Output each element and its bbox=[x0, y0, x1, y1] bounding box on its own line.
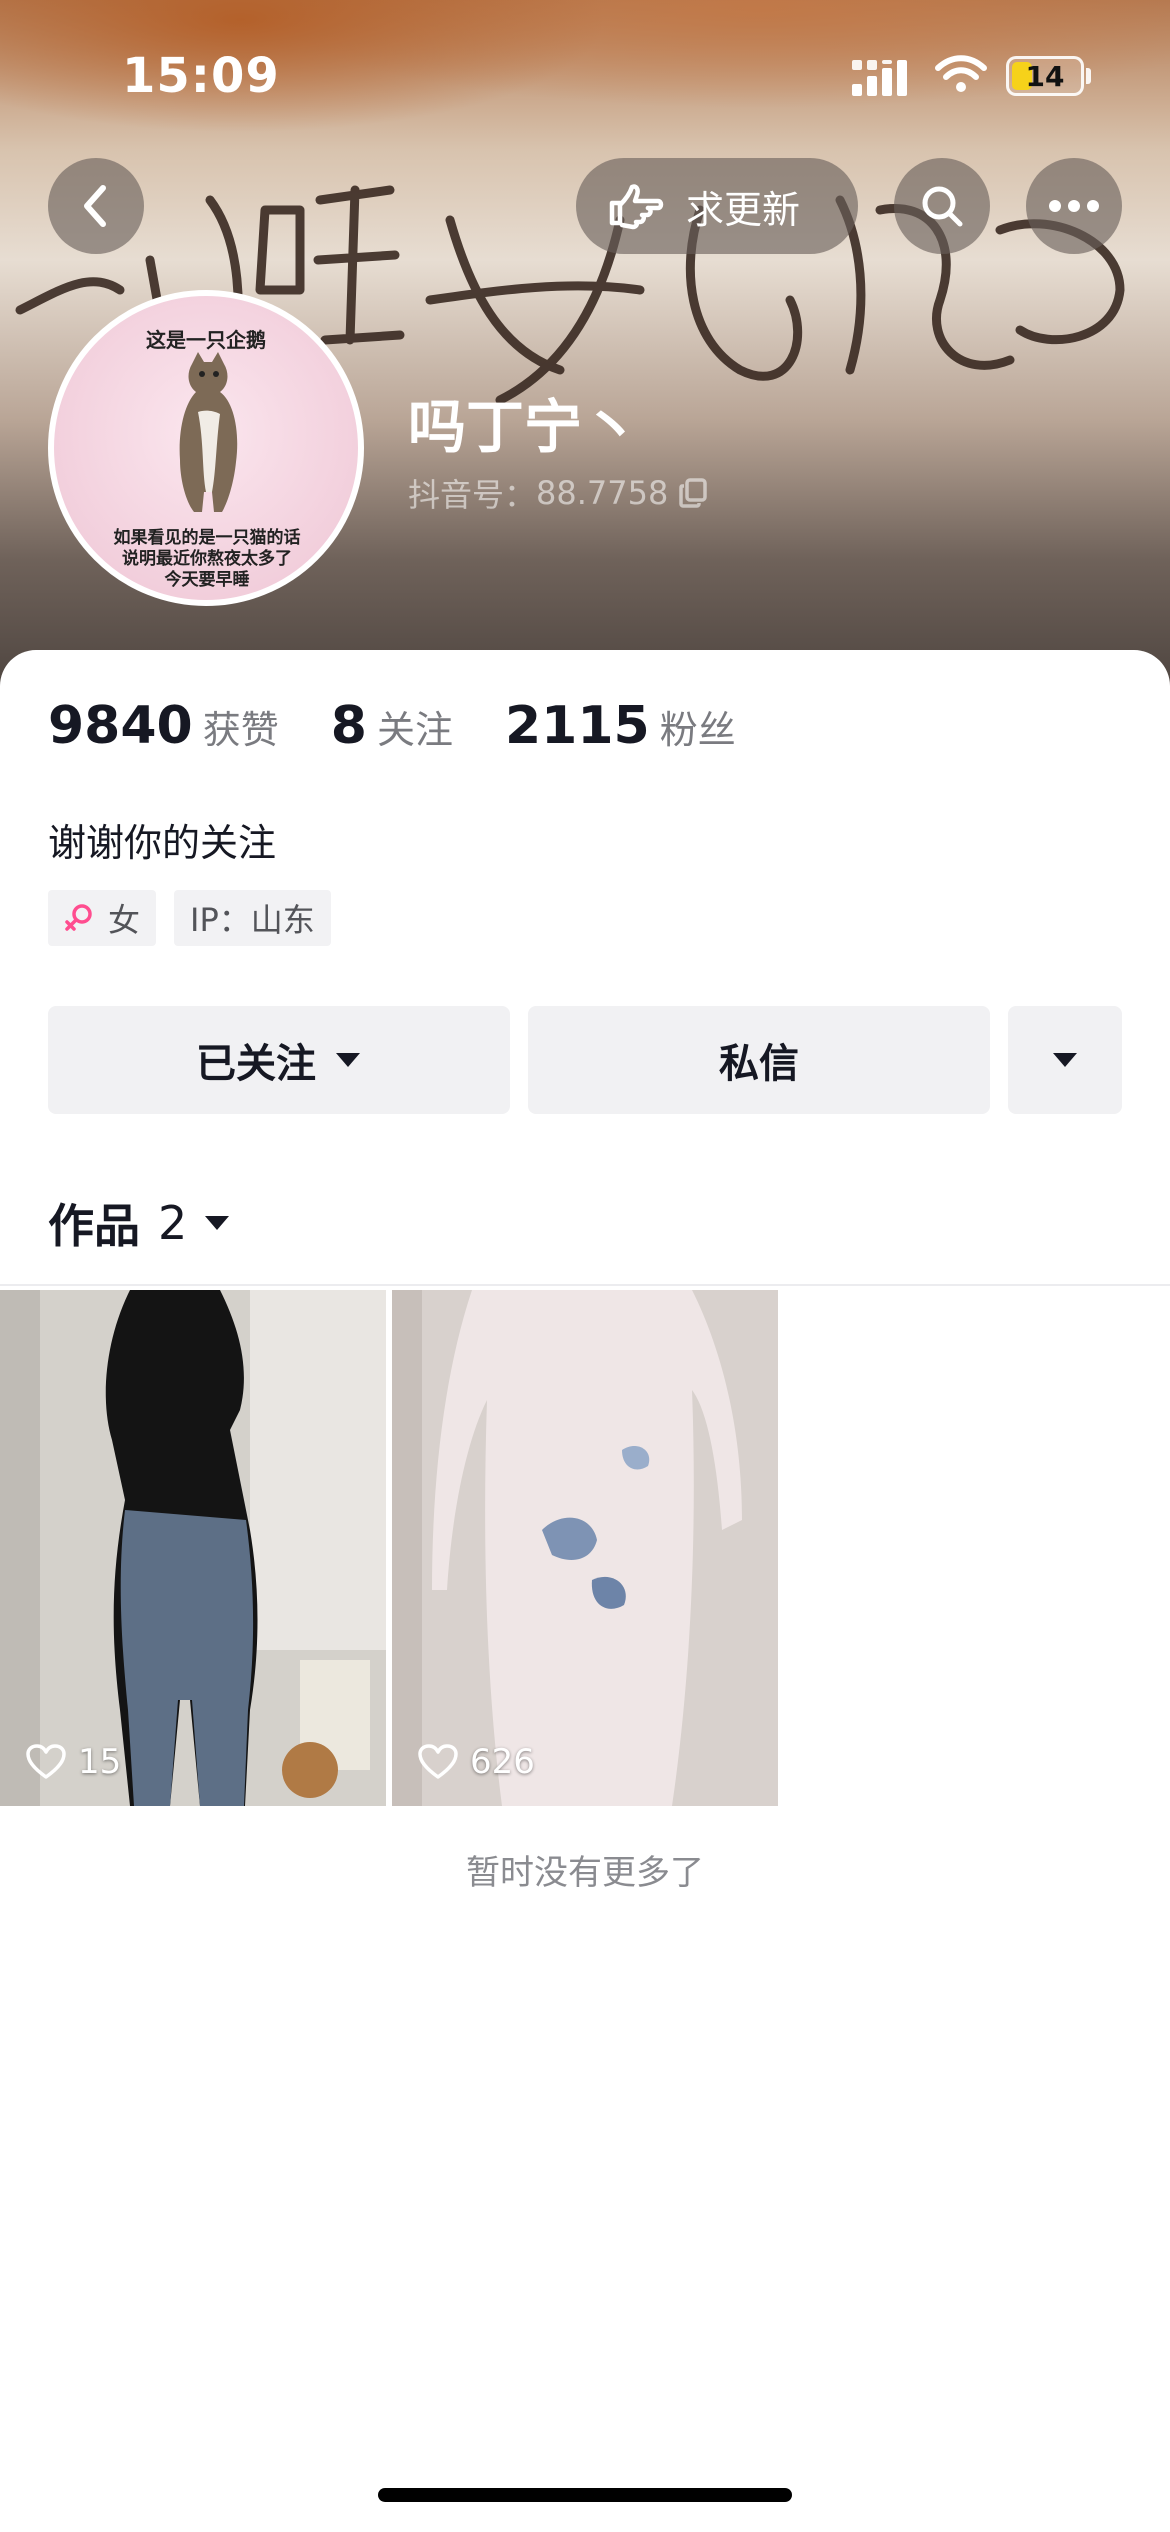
cellular-signal-icon bbox=[852, 60, 907, 96]
stats-row: 9840 获赞 8 关注 2115 粉丝 bbox=[48, 696, 736, 756]
followers-count[interactable]: 2115 bbox=[505, 696, 650, 756]
message-button[interactable]: 私信 bbox=[528, 1006, 990, 1114]
douyin-id-value: 88.7758 bbox=[536, 474, 669, 512]
more-button[interactable] bbox=[1026, 158, 1122, 254]
works-grid: 15 626 bbox=[0, 1290, 1170, 1806]
video-likes-count: 626 bbox=[470, 1742, 535, 1782]
back-button[interactable] bbox=[48, 158, 144, 254]
pointing-hand-icon bbox=[609, 184, 664, 230]
profile-card: 9840 获赞 8 关注 2115 粉丝 谢谢你的关注 女 IP：山东 已关注 … bbox=[0, 650, 1170, 2532]
avatar-caption-line-3: 今天要早睡 bbox=[164, 570, 250, 590]
likes-label[interactable]: 获赞 bbox=[203, 699, 279, 754]
profile-tags: 女 IP：山东 bbox=[48, 890, 349, 946]
following-count[interactable]: 8 bbox=[331, 696, 367, 756]
battery-indicator: 14 bbox=[1006, 56, 1084, 96]
home-indicator[interactable] bbox=[378, 2488, 792, 2502]
following-button-label: 已关注 bbox=[196, 1041, 316, 1087]
avatar[interactable]: 这是一只企鹅 如果看见的是一只猫的话 说明最近你熬夜太多了 今天要早睡 bbox=[48, 290, 364, 606]
avatar-caption-line-1: 如果看见的是一只猫的话 bbox=[113, 528, 301, 548]
recommend-dropdown-button[interactable] bbox=[1008, 1006, 1122, 1114]
douyin-id-row[interactable]: 抖音号： 88.7758 bbox=[408, 470, 708, 516]
status-time: 15:09 bbox=[122, 48, 280, 104]
battery-level: 14 bbox=[1025, 60, 1065, 93]
heart-icon bbox=[418, 1744, 458, 1779]
followers-label[interactable]: 粉丝 bbox=[660, 699, 736, 754]
avatar-caption-top: 这是一只企鹅 bbox=[146, 328, 266, 352]
search-icon bbox=[922, 186, 963, 227]
tab-divider bbox=[0, 1284, 1170, 1286]
video-likes-count: 15 bbox=[78, 1742, 122, 1782]
heart-icon bbox=[26, 1744, 66, 1779]
tab-works[interactable]: 作品 2 bbox=[48, 1190, 231, 1256]
video-likes: 626 bbox=[418, 1742, 535, 1782]
following-button[interactable]: 已关注 bbox=[48, 1006, 510, 1114]
works-count: 2 bbox=[158, 1196, 188, 1250]
following-label[interactable]: 关注 bbox=[377, 699, 453, 754]
video-thumbnail-image bbox=[0, 1290, 386, 1806]
search-button[interactable] bbox=[894, 158, 990, 254]
request-update-button[interactable]: 求更新 bbox=[576, 158, 858, 254]
cat-standing-icon bbox=[179, 352, 238, 512]
avatar-caption-line-2: 说明最近你熬夜太多了 bbox=[122, 549, 292, 569]
video-thumbnail[interactable]: 15 bbox=[0, 1290, 386, 1806]
likes-count[interactable]: 9840 bbox=[48, 696, 193, 756]
caret-down-icon bbox=[336, 1053, 360, 1067]
wifi-icon bbox=[935, 55, 987, 92]
status-bar: 15:09 14 bbox=[0, 0, 1170, 150]
video-thumbnail[interactable]: 626 bbox=[392, 1290, 778, 1806]
back-icon bbox=[84, 185, 106, 227]
works-label: 作品 bbox=[48, 1199, 140, 1253]
video-likes: 15 bbox=[26, 1742, 121, 1782]
profile-page: 15:09 14 求更新 这是一只企鹅 如果看见的是一只猫的话 说明最近你熬夜太… bbox=[0, 0, 1170, 2532]
battery-cap bbox=[1086, 68, 1091, 84]
more-icon bbox=[1049, 200, 1099, 212]
message-button-label: 私信 bbox=[719, 1041, 799, 1087]
profile-bio: 谢谢你的关注 bbox=[48, 821, 277, 865]
douyin-id-label: 抖音号： bbox=[408, 476, 537, 514]
gender-tag: 女 bbox=[48, 890, 157, 946]
ip-location-tag: IP：山东 bbox=[174, 890, 331, 946]
avatar-caption-bottom: 如果看见的是一只猫的话 说明最近你熬夜太多了 今天要早睡 bbox=[72, 528, 342, 591]
female-icon bbox=[65, 904, 92, 931]
copy-icon[interactable] bbox=[678, 477, 708, 509]
caret-down-icon bbox=[1053, 1053, 1077, 1067]
ip-location-label: IP：山东 bbox=[190, 901, 315, 939]
profile-banner: 15:09 14 求更新 这是一只企鹅 如果看见的是一只猫的话 说明最近你熬夜太… bbox=[0, 0, 1170, 700]
profile-nickname: 吗丁宁丶 bbox=[408, 393, 641, 461]
end-of-list-text: 暂时没有更多了 bbox=[466, 1853, 704, 1893]
gender-label: 女 bbox=[108, 901, 141, 939]
action-buttons: 已关注 私信 bbox=[48, 1006, 1122, 1114]
request-update-label: 求更新 bbox=[686, 187, 801, 232]
caret-down-icon bbox=[205, 1216, 230, 1230]
video-thumbnail-image bbox=[392, 1290, 778, 1806]
